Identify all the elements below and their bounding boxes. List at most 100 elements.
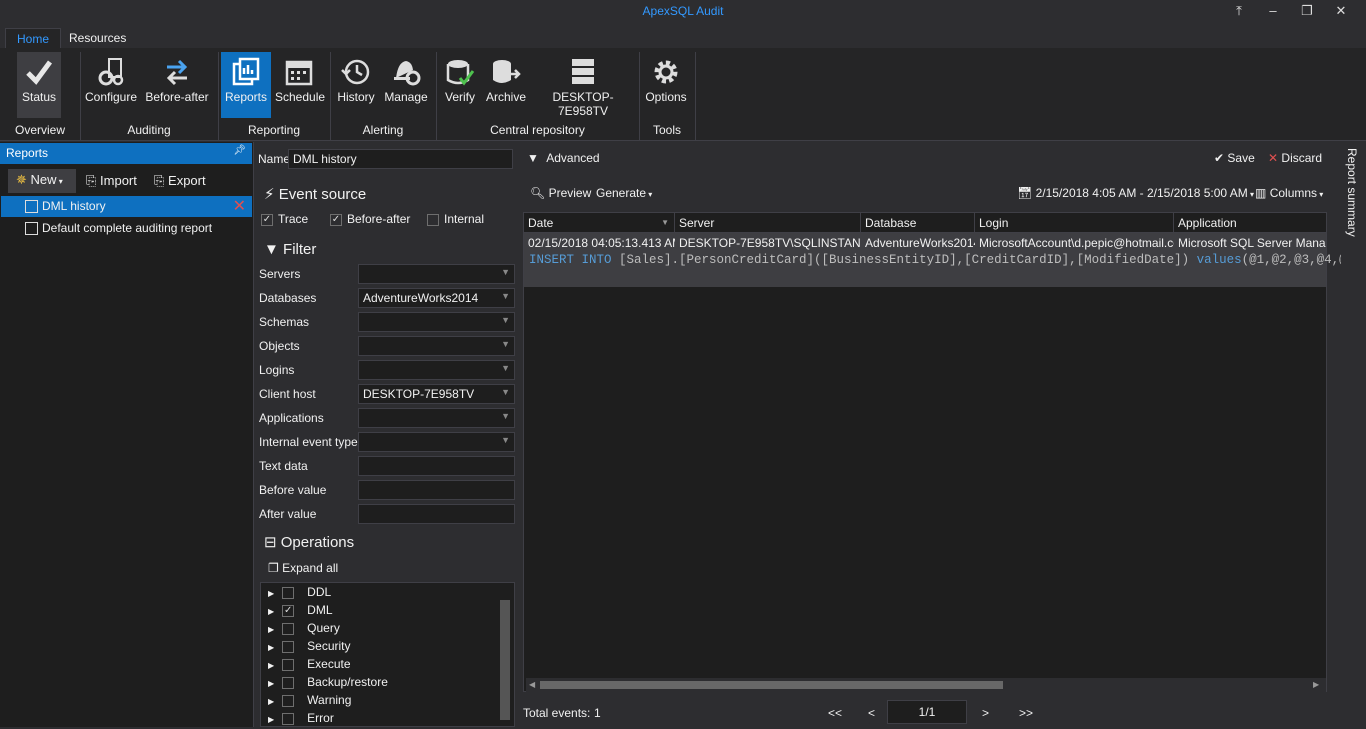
delete-icon[interactable]: ✕ (233, 196, 246, 217)
internal-event-type-select[interactable]: ▼ (358, 432, 515, 452)
new-button[interactable]: ✵ New ▾ (8, 169, 76, 193)
cell-application: Microsoft SQL Server Managem (1178, 236, 1326, 250)
operations-scrollbar[interactable] (500, 600, 510, 720)
configure-icon (98, 58, 124, 86)
expand-arrow-icon: ▶ (268, 589, 275, 598)
client-host-select[interactable]: DESKTOP-7E958TV ▼ (358, 384, 515, 404)
lightning-icon: ⚡︎ (264, 186, 275, 203)
reports-button[interactable]: Reports (221, 52, 271, 118)
schemas-select[interactable]: ▼ (358, 312, 515, 332)
before-after-button[interactable]: Before-after (143, 52, 211, 118)
columns-button[interactable]: ▥ Columns ▾ (1255, 184, 1323, 202)
expand-all-icon: ❐ (268, 561, 279, 575)
preview-button[interactable]: 🔍︎ Preview (530, 184, 591, 202)
close-button[interactable]: ✕ (1324, 0, 1358, 24)
archive-button[interactable]: Archive (484, 52, 528, 118)
status-button[interactable]: Status (17, 52, 61, 118)
column-header-date[interactable]: Date ▼ (524, 213, 675, 233)
minimize-button[interactable]: – (1256, 0, 1290, 24)
servers-select[interactable]: ▼ (358, 264, 515, 284)
report-item-dml-history[interactable]: DML history ✕ (1, 196, 252, 217)
verify-button[interactable]: Verify (440, 52, 480, 118)
before-after-checkbox[interactable]: ✓ Before-after (330, 210, 410, 228)
filter-heading: ▼ Filter (264, 241, 317, 258)
filter-label-internal-event-type: Internal event type (259, 435, 358, 449)
date-range-button[interactable]: 📅︎ 2/15/2018 4:05 AM - 2/15/2018 5:00 AM… (1017, 184, 1254, 202)
name-label: Name (258, 152, 291, 166)
text-data-input[interactable] (358, 456, 515, 476)
verify-database-icon (446, 60, 475, 86)
gear-icon (654, 60, 678, 84)
import-icon: ⎘ (86, 173, 97, 188)
scroll-left-icon[interactable]: ◀ (529, 680, 535, 689)
expand-arrow-icon: ▶ (268, 625, 275, 634)
column-header-server[interactable]: Server (675, 213, 861, 233)
options-button[interactable]: Options (644, 52, 688, 118)
tab-home[interactable]: Home (5, 28, 62, 48)
next-page-button[interactable]: > (982, 703, 989, 723)
objects-select[interactable]: ▼ (358, 336, 515, 356)
column-header-database[interactable]: Database (861, 213, 975, 233)
filter-icon: ▼ (527, 151, 539, 165)
trace-checkbox[interactable]: ✓ Trace (261, 210, 308, 228)
advanced-button[interactable]: ▼ Advanced (527, 149, 600, 167)
logins-select[interactable]: ▼ (358, 360, 515, 380)
configure-button[interactable]: Configure (84, 52, 138, 118)
bell-gear-icon (394, 61, 421, 86)
internal-checkbox[interactable]: Internal (427, 210, 484, 228)
prev-page-button[interactable]: < (868, 703, 875, 723)
operation-item-error[interactable]: ▶ Error (268, 709, 334, 727)
operation-item-query[interactable]: ▶ Query (268, 619, 340, 637)
operation-item-dml[interactable]: ▶ ✓ DML (268, 601, 333, 619)
after-value-input[interactable] (358, 504, 515, 524)
pin-icon[interactable]: 📌︎ (233, 145, 246, 156)
calendar-icon: 📅︎ (1017, 186, 1033, 200)
group-auditing: Auditing (127, 123, 171, 137)
filter-icon: ▼ (264, 241, 279, 258)
expand-arrow-icon: ▶ (268, 661, 275, 670)
total-events-label: Total events: (523, 706, 591, 720)
generate-button[interactable]: Generate ▾ (596, 184, 652, 202)
history-button[interactable]: History (335, 52, 377, 118)
tab-resources[interactable]: Resources (58, 28, 137, 48)
export-button[interactable]: ⎘ Export (154, 170, 206, 192)
operations-heading: ⊟ Operations (264, 534, 355, 551)
scroll-right-icon[interactable]: ▶ (1313, 680, 1319, 689)
maximize-button[interactable]: ❐ (1290, 0, 1324, 24)
column-header-login[interactable]: Login (975, 213, 1174, 233)
filter-label-logins: Logins (259, 363, 295, 377)
last-page-button[interactable]: >> (1019, 703, 1033, 723)
manage-button[interactable]: Manage (382, 52, 430, 118)
discard-button[interactable]: ✕ Discard (1268, 149, 1322, 167)
filter-label-before-value: Before value (259, 483, 327, 497)
operation-item-ddl[interactable]: ▶ DDL (268, 583, 331, 601)
databases-select[interactable]: AdventureWorks2014 ▼ (358, 288, 515, 308)
save-button[interactable]: ✔ Save (1214, 149, 1255, 167)
expand-all-button[interactable]: ❐ Expand all (268, 559, 338, 577)
operation-item-backup-restore[interactable]: ▶ Backup/restore (268, 673, 388, 691)
scrollbar-thumb[interactable] (540, 681, 1003, 689)
report-item-default[interactable]: Default complete auditing report (1, 218, 252, 239)
before-value-input[interactable] (358, 480, 515, 500)
schedule-button[interactable]: Schedule (275, 52, 325, 118)
report-icon (25, 222, 38, 235)
applications-select[interactable]: ▼ (358, 408, 515, 428)
swap-arrows-icon (166, 59, 188, 86)
column-header-application[interactable]: Application (1174, 213, 1326, 233)
name-input[interactable]: DML history (288, 149, 513, 169)
filter-label-client-host: Client host (259, 387, 316, 401)
expand-arrow-icon: ▶ (268, 715, 275, 724)
desktop-server-button[interactable]: DESKTOP-7E958TV (533, 52, 633, 118)
page-input[interactable]: 1/1 (887, 700, 967, 724)
report-summary-tab[interactable]: Report summary (1341, 148, 1366, 268)
first-page-button[interactable]: << (828, 703, 842, 723)
close-icon: ✕ (1268, 151, 1279, 165)
group-tools: Tools (652, 123, 681, 137)
operation-item-warning[interactable]: ▶ Warning (268, 691, 351, 709)
restore-ribbon-icon[interactable]: ⤒ (1222, 0, 1256, 24)
operation-item-security[interactable]: ▶ Security (268, 637, 351, 655)
group-reporting: Reporting (247, 123, 301, 137)
operation-item-execute[interactable]: ▶ Execute (268, 655, 351, 673)
collapse-icon[interactable]: ⊟ (264, 534, 277, 551)
import-button[interactable]: ⎘ Import (86, 170, 137, 192)
